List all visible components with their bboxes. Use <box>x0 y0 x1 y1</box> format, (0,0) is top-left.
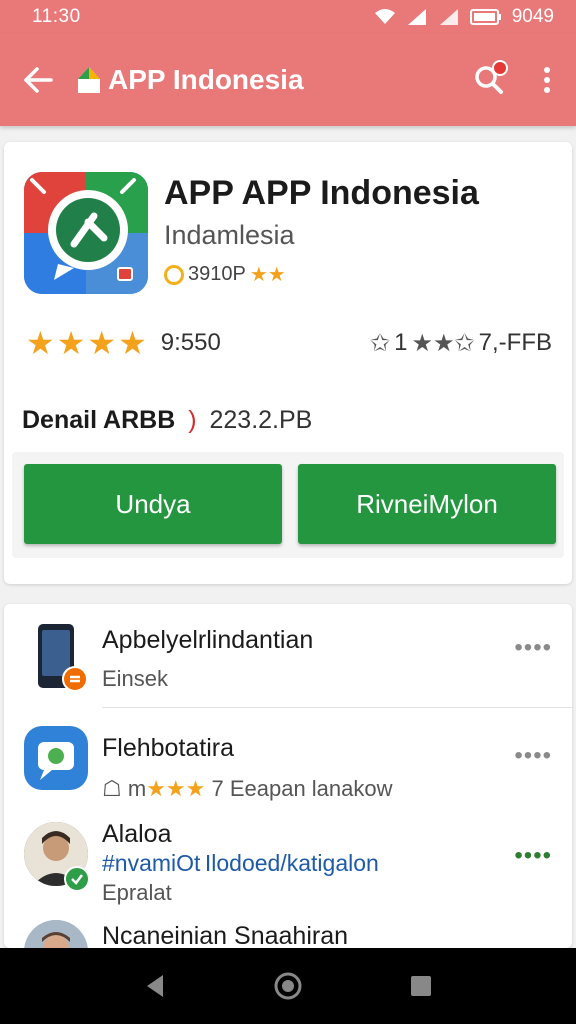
battery-text: 9049 <box>511 6 554 27</box>
app-developer: Indamlesia <box>164 220 295 250</box>
more-vert-icon <box>544 67 550 93</box>
chat-app-icon <box>24 726 88 790</box>
action-button-panel: Undya RivneiMylon <box>12 452 564 558</box>
app-logo-icon <box>24 172 148 294</box>
app-detail-card: APP APP Indonesia Indamlesia 3910P ★★ ★★… <box>4 142 572 584</box>
nav-recents-icon[interactable] <box>409 974 433 998</box>
list-item-tags: #nvamiOt Ilodoed/katigalon <box>102 850 379 877</box>
system-nav-bar <box>0 948 576 1024</box>
search-button[interactable] <box>460 34 518 126</box>
star-outline-icon: ✩ <box>370 329 391 357</box>
list-item-title: Ncaneinian Snaahiran <box>102 922 349 948</box>
list-item[interactable]: Flehbotatira ☖ m★★★ 7 Eeapan lanakow •••… <box>4 708 572 816</box>
app-meta: 3910P ★★ <box>164 262 286 287</box>
coin-icon <box>164 264 184 285</box>
list-item-subtitle: ☖ m★★★ 7 Eeapan lanakow <box>102 776 393 802</box>
detail-separator: ) <box>188 406 197 434</box>
badge-icon <box>62 666 88 692</box>
item-more-button[interactable]: •••• <box>514 842 552 870</box>
rating-value: 9:550 <box>160 329 221 356</box>
item-more-button[interactable]: •••• <box>514 742 552 770</box>
store-logo-icon <box>78 67 100 93</box>
rating-stars: ★★★★ <box>26 325 149 361</box>
list-item-title: Apbelyelrlindantian <box>102 626 314 654</box>
related-list-card: Apbelyelrlindantian Einsek •••• Flehbota… <box>4 604 572 948</box>
wifi-icon <box>374 9 395 24</box>
list-item-title: Flehbotatira <box>102 734 235 762</box>
verified-badge-icon <box>64 866 90 892</box>
back-arrow-icon <box>24 67 53 93</box>
signal-icon <box>407 9 426 25</box>
meta-stars-icon: ★★ <box>249 264 286 286</box>
app-meta-text: 3910P <box>188 263 246 285</box>
nav-back-icon[interactable] <box>143 973 167 999</box>
subtitle-stars: ★★★ <box>146 776 206 801</box>
item-more-button[interactable]: •••• <box>514 634 552 662</box>
battery-icon <box>469 9 501 25</box>
subtitle-prefix: m <box>127 776 147 801</box>
back-button[interactable] <box>0 34 76 126</box>
profile-link[interactable]: Ilodoed/katigalon <box>205 850 379 876</box>
list-item-subtitle: Einsek <box>102 666 169 691</box>
list-item[interactable]: Alaloa #nvamiOt Ilodoed/katigalon Eprala… <box>4 816 572 916</box>
list-item-title: Alaloa <box>102 820 172 848</box>
status-bar: 11:30 9049 <box>0 0 576 34</box>
status-time: 11:30 <box>32 6 81 27</box>
list-item[interactable]: Ncaneinian Snaahiran <box>4 916 572 948</box>
signal-icon-2 <box>439 9 458 25</box>
list-item-subtitle: Epralat <box>102 880 172 905</box>
list-item[interactable]: Apbelyelrlindantian Einsek •••• <box>4 604 572 708</box>
app-toolbar: APP Indonesia <box>0 34 576 126</box>
rating-row: ★★★★ 9:550 ✩ 1 ★★✩ 7,-FFB <box>26 324 552 362</box>
rating-right-text: 1 <box>394 329 408 356</box>
notification-badge <box>492 60 508 76</box>
subtitle-leading-icon: ☖ <box>102 776 122 801</box>
subtitle-text: 7 Eeapan lanakow <box>211 776 393 801</box>
app-name: APP APP Indonesia <box>164 174 479 212</box>
secondary-action-button[interactable]: RivneiMylon <box>298 464 556 544</box>
small-stars-icon: ★★✩ <box>411 329 475 357</box>
rating-right-value: 7,-FFB <box>478 329 552 356</box>
detail-size: 223.2.PB <box>209 406 313 434</box>
nav-home-icon[interactable] <box>273 971 303 1001</box>
hashtag-link[interactable]: #nvamiOt <box>102 850 200 876</box>
user-avatar <box>24 920 88 948</box>
toolbar-title: APP Indonesia <box>108 64 304 95</box>
download-size-row: Denail ARBB ) 223.2.PB <box>22 406 312 435</box>
install-button[interactable]: Undya <box>24 464 282 544</box>
detail-label: Denail ARBB <box>22 406 176 434</box>
overflow-menu-button[interactable] <box>518 34 576 126</box>
